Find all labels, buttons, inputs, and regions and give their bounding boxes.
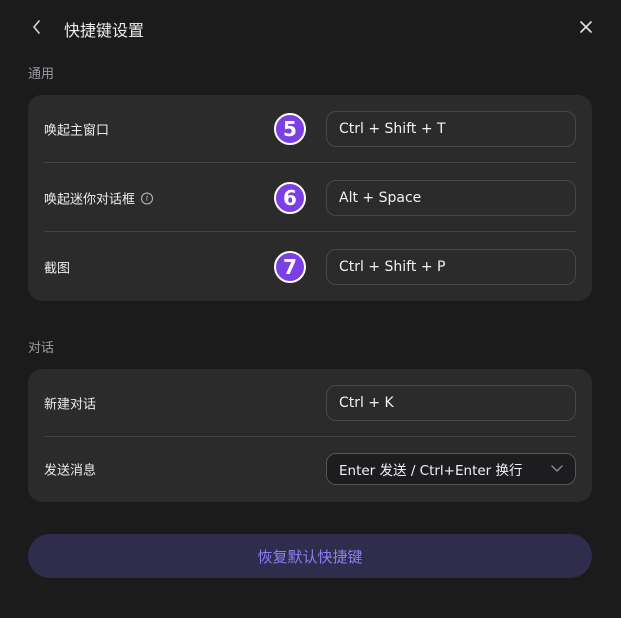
shortcut-input-main-window[interactable]: Ctrl + Shift + T bbox=[326, 111, 576, 147]
section-label-general: 通用 bbox=[28, 67, 55, 82]
step-badge: 6 bbox=[274, 182, 306, 214]
info-icon[interactable]: i bbox=[141, 192, 154, 204]
shortcut-value: Alt + Space bbox=[339, 190, 422, 206]
general-shortcuts-card: 唤起主窗口 5 Ctrl + Shift + T 唤起迷你对话框 i 6 Alt… bbox=[28, 95, 592, 301]
row-label: 唤起迷你对话框 i bbox=[44, 189, 154, 208]
shortcut-input-mini-dialog[interactable]: Alt + Space bbox=[326, 180, 576, 216]
row-label-text: 新建对话 bbox=[44, 397, 97, 413]
shortcut-value: Ctrl + Shift + T bbox=[339, 121, 446, 137]
chevron-down-icon bbox=[551, 465, 563, 472]
shortcut-row-screenshot: 截图 7 Ctrl + Shift + P bbox=[44, 233, 576, 301]
page-title: 快捷键设置 bbox=[64, 21, 145, 40]
close-icon bbox=[580, 21, 592, 33]
back-button[interactable] bbox=[26, 16, 48, 38]
dialog-shortcuts-card: 新建对话 Ctrl + K 发送消息 Enter 发送 / Ctrl+Enter… bbox=[28, 369, 592, 502]
row-label: 新建对话 bbox=[44, 394, 96, 413]
step-badge: 7 bbox=[274, 251, 306, 283]
shortcut-input-new-chat[interactable]: Ctrl + K bbox=[326, 385, 576, 421]
row-label-text: 唤起迷你对话框 bbox=[44, 192, 136, 208]
header: 快捷键设置 bbox=[0, 0, 621, 56]
shortcut-value: Ctrl + K bbox=[339, 395, 394, 411]
shortcut-row-main-window: 唤起主窗口 5 Ctrl + Shift + T bbox=[44, 95, 576, 163]
shortcut-row-mini-dialog: 唤起迷你对话框 i 6 Alt + Space bbox=[44, 164, 576, 232]
shortcut-value: Ctrl + Shift + P bbox=[339, 259, 446, 275]
send-mode-select[interactable]: Enter 发送 / Ctrl+Enter 换行 bbox=[326, 453, 576, 485]
shortcut-input-screenshot[interactable]: Ctrl + Shift + P bbox=[326, 249, 576, 285]
row-label: 唤起主窗口 bbox=[44, 120, 109, 139]
shortcut-row-new-chat: 新建对话 Ctrl + K bbox=[44, 369, 576, 437]
row-label: 截图 bbox=[44, 258, 70, 277]
reset-defaults-button[interactable]: 恢复默认快捷键 bbox=[28, 534, 592, 578]
step-badge: 5 bbox=[274, 113, 306, 145]
shortcut-row-send-message: 发送消息 Enter 发送 / Ctrl+Enter 换行 bbox=[44, 436, 576, 502]
select-value: Enter 发送 / Ctrl+Enter 换行 bbox=[339, 463, 523, 479]
section-label-dialog: 对话 bbox=[28, 341, 55, 356]
row-label: 发送消息 bbox=[44, 460, 96, 479]
chevron-left-icon bbox=[33, 20, 40, 34]
row-label-text: 唤起主窗口 bbox=[44, 123, 110, 139]
row-label-text: 发送消息 bbox=[44, 463, 97, 479]
close-button[interactable] bbox=[575, 16, 597, 38]
row-label-text: 截图 bbox=[44, 261, 71, 277]
